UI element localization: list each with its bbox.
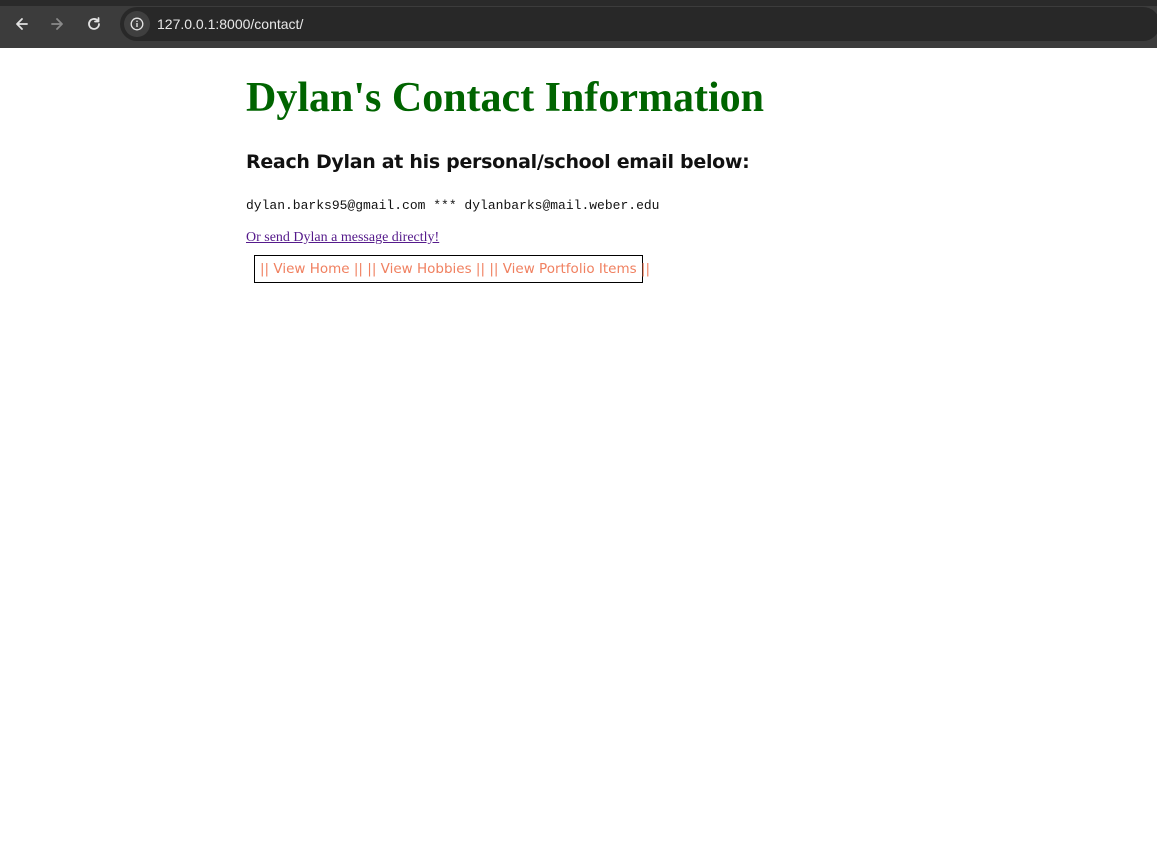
arrow-left-icon xyxy=(16,18,28,30)
browser-toolbar: 127.0.0.1:8000/contact/ xyxy=(0,0,1157,48)
url-text[interactable]: 127.0.0.1:8000/contact/ xyxy=(157,15,303,33)
view-hobbies-link[interactable]: || View Hobbies || xyxy=(367,261,485,277)
arrow-right-icon xyxy=(51,18,63,30)
page-subtitle: Reach Dylan at his personal/school email… xyxy=(246,151,750,173)
site-info-button[interactable] xyxy=(124,11,150,37)
forward-button[interactable] xyxy=(44,11,70,37)
page-content: Dylan's Contact Information Reach Dylan … xyxy=(0,48,1157,857)
page-nav: || View Home || || View Hobbies || || Vi… xyxy=(254,255,650,283)
view-portfolio-link[interactable]: || View Portfolio Items || xyxy=(489,261,650,277)
reload-icon xyxy=(88,17,100,30)
page-title: Dylan's Contact Information xyxy=(246,75,765,121)
tab-strip xyxy=(0,0,1157,6)
back-button[interactable] xyxy=(9,11,35,37)
view-home-link[interactable]: || View Home || xyxy=(260,261,363,277)
reload-button[interactable] xyxy=(81,11,107,37)
info-icon xyxy=(130,17,144,31)
email-addresses: dylan.barks95@gmail.com *** dylanbarks@m… xyxy=(246,198,660,213)
send-message-link[interactable]: Or send Dylan a message directly! xyxy=(246,229,439,247)
